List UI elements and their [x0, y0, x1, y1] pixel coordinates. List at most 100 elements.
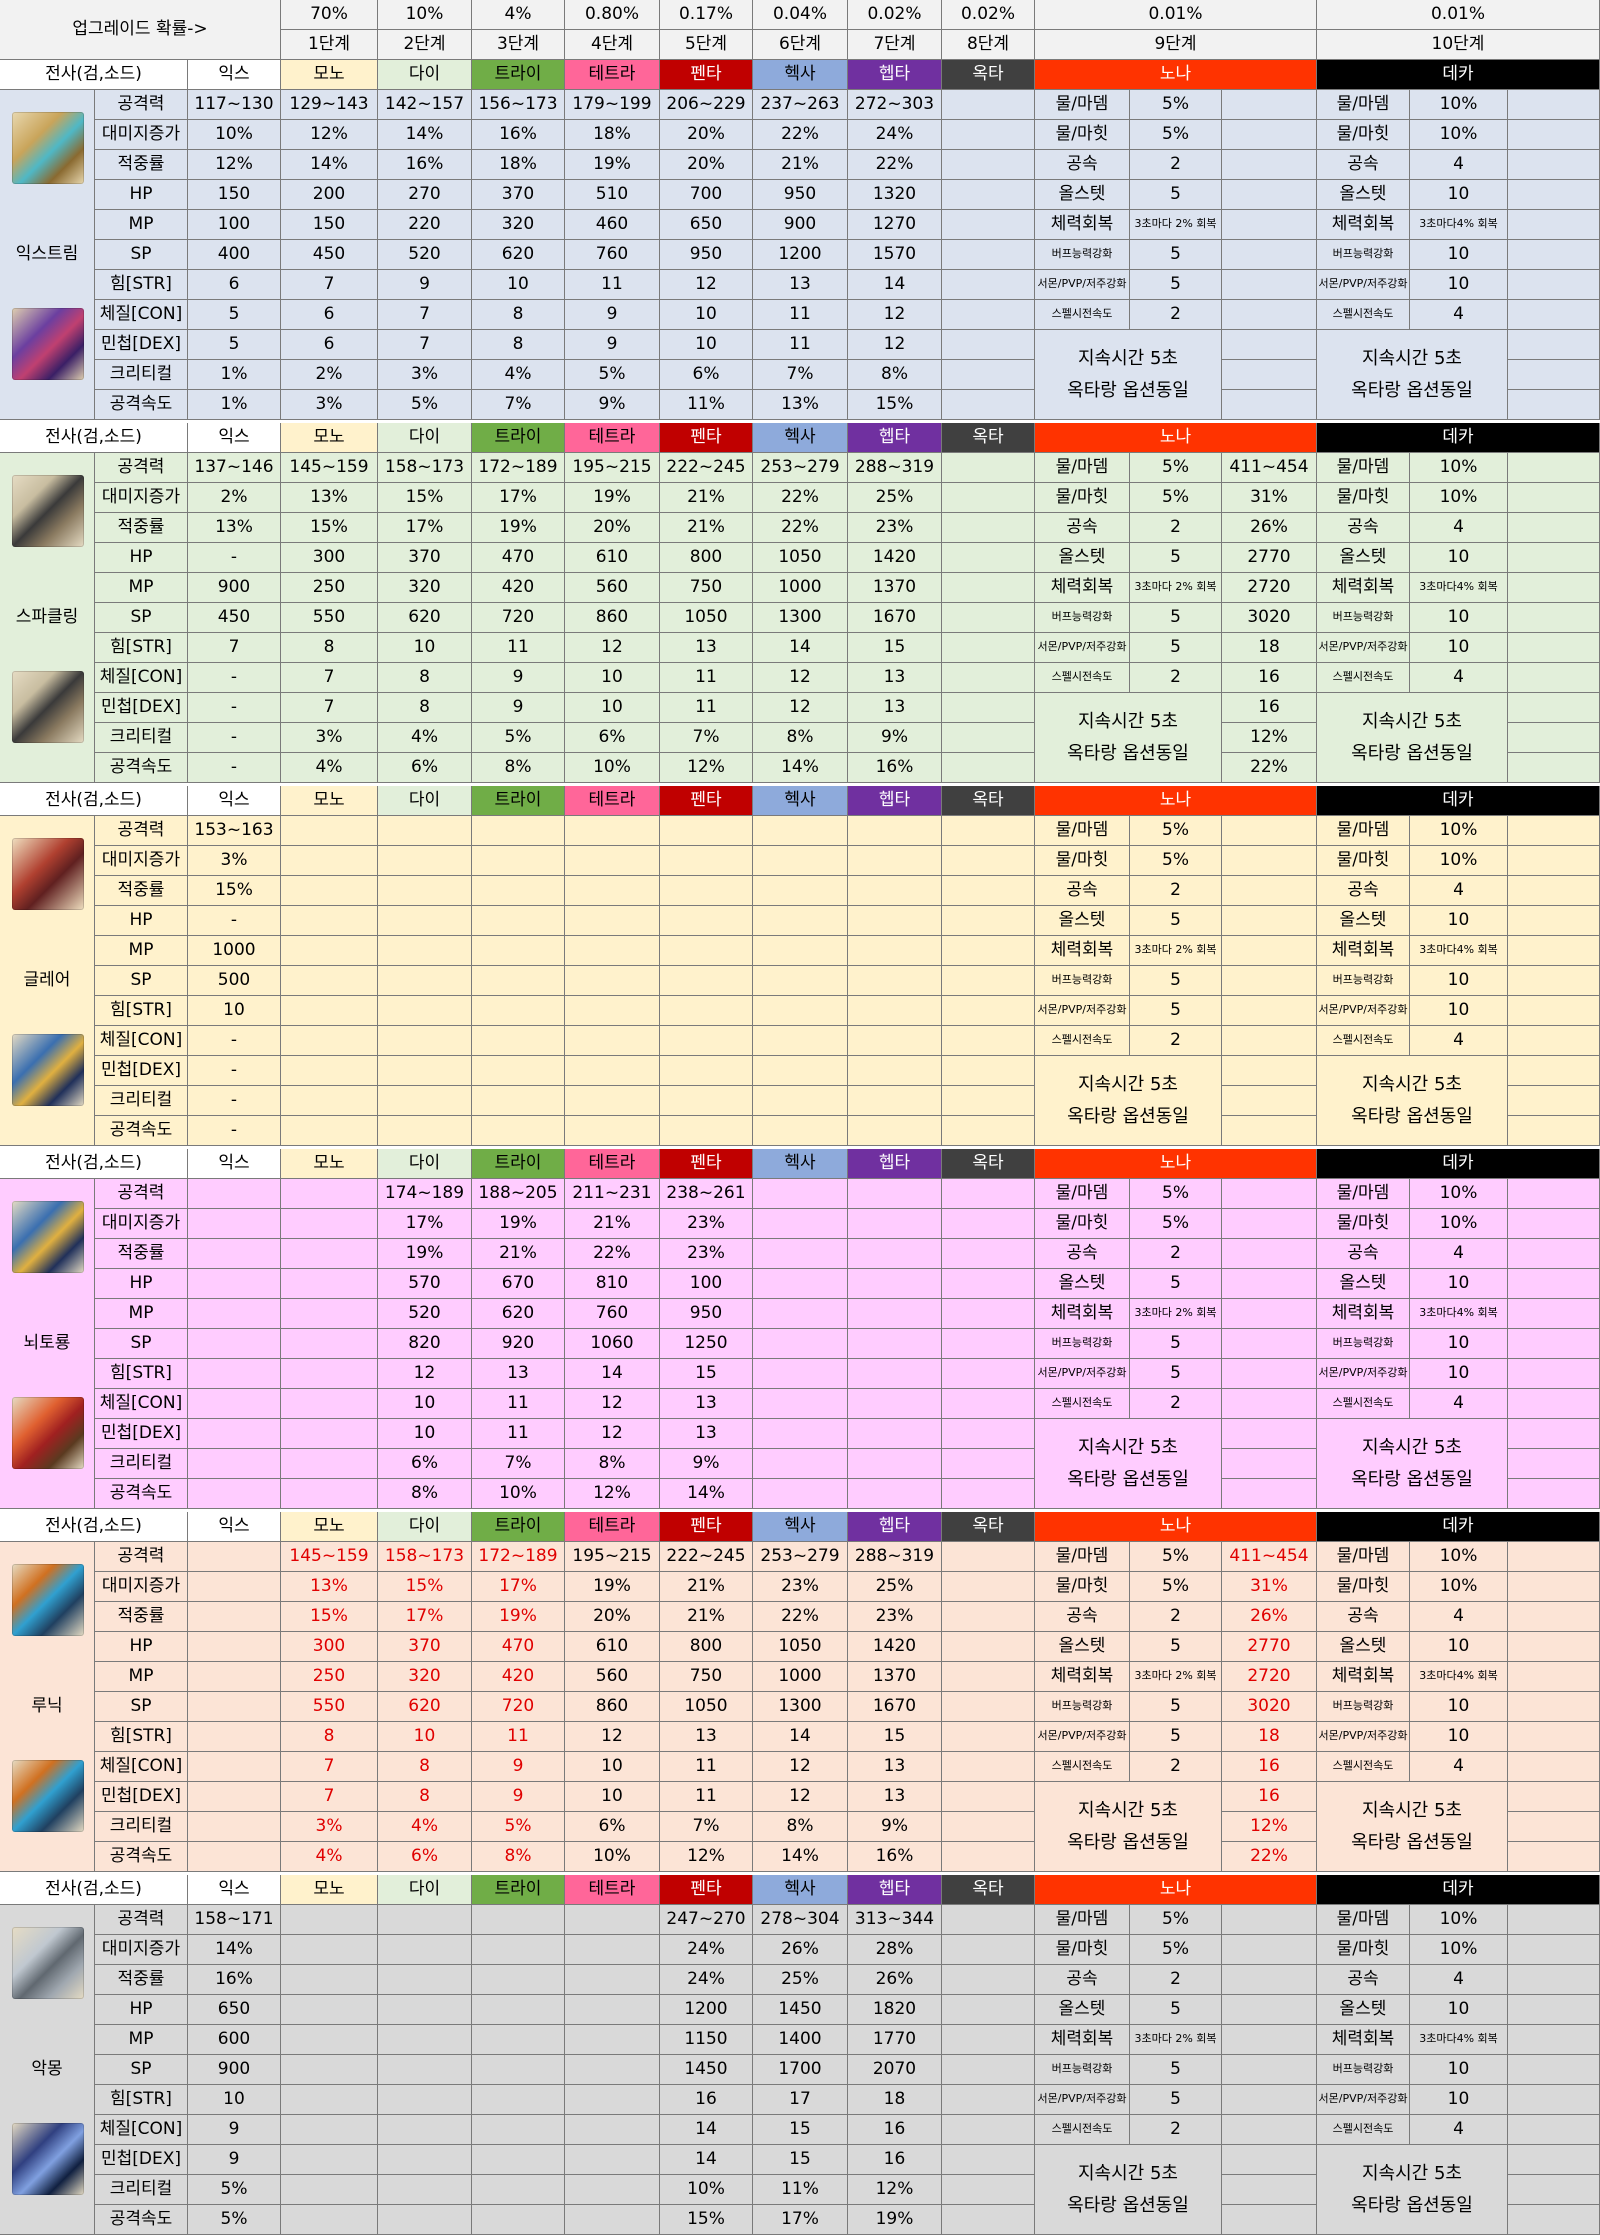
option-name: 공속: [1035, 1239, 1130, 1269]
stat-value: [378, 2085, 472, 2115]
stat-value: 19%: [472, 1209, 565, 1239]
stat-name: 공격속도: [95, 1842, 188, 1872]
stat-value: 560: [565, 573, 660, 603]
stat-value: 156~173: [472, 90, 565, 120]
stat-value: [565, 1116, 660, 1146]
stat-value: 9: [565, 330, 660, 360]
stat-value: 11: [660, 1782, 753, 1812]
stat-value: [188, 1722, 281, 1752]
extra-value: [1222, 1329, 1317, 1359]
blank-cell: [1508, 1239, 1600, 1269]
blank-cell: [942, 1632, 1035, 1662]
option-value: 3초마다 2% 회복: [1130, 1662, 1222, 1692]
option-name: 스펠시전속도: [1317, 1026, 1410, 1056]
stat-value: 7: [281, 1782, 378, 1812]
stat-value: 1320: [848, 180, 942, 210]
stat-name: 공격속도: [95, 1479, 188, 1509]
option-value: 2: [1130, 150, 1222, 180]
stat-value: [378, 2145, 472, 2175]
option-name: 올스텟: [1035, 1632, 1130, 1662]
stat-value: 10%: [565, 753, 660, 783]
stat-name: 힘[STR]: [95, 1359, 188, 1389]
stat-value: 15: [753, 2115, 848, 2145]
duration-text: 지속시간 5초: [1362, 711, 1462, 732]
option-value: 10%: [1410, 1209, 1508, 1239]
stat-value: 8%: [753, 1812, 848, 1842]
stat-value: 14%: [188, 1935, 281, 1965]
stat-value: [848, 1056, 942, 1086]
stat-value: [660, 966, 753, 996]
stat-value: [472, 1965, 565, 1995]
blank-cell: [942, 330, 1035, 360]
class-label: 전사(검,소드): [0, 786, 188, 816]
stat-name: 힘[STR]: [95, 1722, 188, 1752]
option-name: 버프능력강화: [1317, 2055, 1410, 2085]
blank-cell: [942, 1479, 1035, 1509]
tier-header: 펜타: [660, 1149, 753, 1179]
extra-value: [1222, 90, 1317, 120]
option-value: 5%: [1130, 816, 1222, 846]
stat-value: [188, 1752, 281, 1782]
extra-value: [1222, 2115, 1317, 2145]
stat-value: 1770: [848, 2025, 942, 2055]
stat-value: [660, 846, 753, 876]
stat-value: 10: [565, 663, 660, 693]
stat-name: MP: [95, 210, 188, 240]
stat-value: [378, 2025, 472, 2055]
blank-cell: [1508, 483, 1600, 513]
stat-value: [848, 966, 942, 996]
duration-text: 지속시간 5초: [1362, 1800, 1462, 1821]
stat-value: 810: [565, 1269, 660, 1299]
blank-cell: [1508, 2055, 1600, 2085]
option-name: 물/마뎀: [1035, 1542, 1130, 1572]
stat-value: 1270: [848, 210, 942, 240]
step-label: 8단계: [942, 30, 1035, 60]
option-name: 물/마힛: [1035, 1935, 1130, 1965]
option-value: 5: [1130, 1722, 1222, 1752]
extra-value: [1222, 1935, 1317, 1965]
stat-name: 적중률: [95, 1239, 188, 1269]
stat-value: 8%: [848, 360, 942, 390]
stat-value: 900: [188, 573, 281, 603]
stat-value: 21%: [660, 1602, 753, 1632]
stat-value: 211~231: [565, 1179, 660, 1209]
stat-value: [753, 1449, 848, 1479]
duration-text: 지속시간 5초: [1362, 1437, 1462, 1458]
option-value: 5: [1130, 2085, 1222, 2115]
stat-value: [565, 2145, 660, 2175]
option-name: 물/마힛: [1035, 483, 1130, 513]
tier-header: 옥타: [942, 1512, 1035, 1542]
stat-value: [188, 1329, 281, 1359]
stat-value: [281, 1116, 378, 1146]
stat-value: [472, 936, 565, 966]
option-value: 4: [1410, 150, 1508, 180]
extra-value: [1222, 1905, 1317, 1935]
step-probability: 0.01%: [1317, 0, 1600, 30]
stat-value: [281, 1299, 378, 1329]
extra-value: [1222, 966, 1317, 996]
step-label: 10단계: [1317, 30, 1600, 60]
blank-cell: [942, 876, 1035, 906]
same-as-octa-text: 옥타랑 옵션동일: [1351, 2194, 1473, 2216]
extra-value: [1222, 210, 1317, 240]
step-probability: 0.04%: [753, 0, 848, 30]
stat-value: [565, 1935, 660, 1965]
stat-value: [472, 2205, 565, 2235]
stat-value: [281, 2115, 378, 2145]
stat-value: 2%: [281, 360, 378, 390]
option-value: 5%: [1130, 483, 1222, 513]
stat-value: [472, 1995, 565, 2025]
stat-value: 158~173: [378, 1542, 472, 1572]
tier-header: 헵타: [848, 1512, 942, 1542]
stat-value: 450: [188, 603, 281, 633]
option-value: 4: [1410, 1239, 1508, 1269]
option-name: 체력회복: [1035, 573, 1130, 603]
blank-cell: [1508, 1602, 1600, 1632]
stat-value: 1000: [753, 1662, 848, 1692]
weapon-icon: [12, 1760, 84, 1832]
stat-value: 7: [281, 1752, 378, 1782]
tier-header: 옥타: [942, 786, 1035, 816]
blank-cell: [942, 936, 1035, 966]
stat-name: 대미지증가: [95, 120, 188, 150]
stat-value: 10: [188, 996, 281, 1026]
